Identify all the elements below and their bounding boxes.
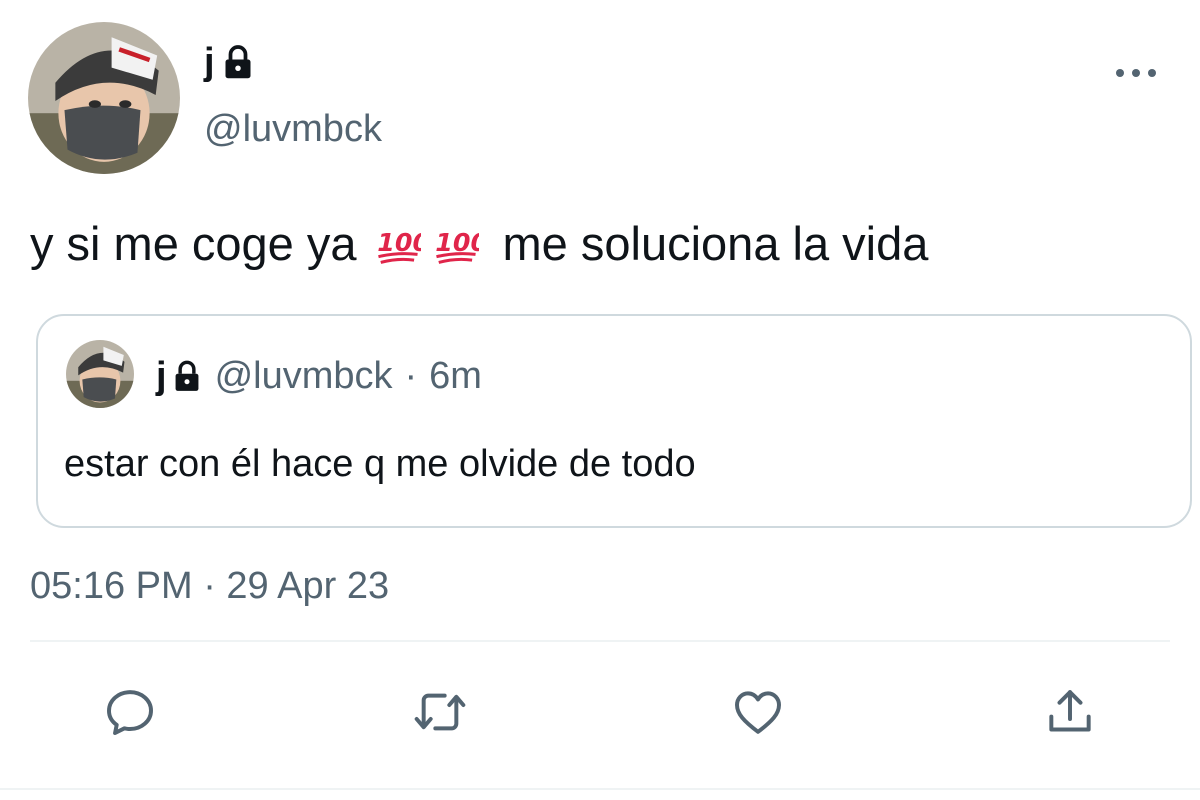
avatar-photo-icon [66, 340, 134, 408]
author-avatar[interactable] [28, 22, 180, 174]
hundred-points-icon: 100 [435, 228, 479, 264]
like-button[interactable] [730, 684, 786, 740]
separator-dot: · [404, 355, 418, 397]
more-options-icon[interactable] [1110, 60, 1162, 86]
quoted-tweet-text: estar con él hace q me olvide de todo [64, 443, 696, 485]
retweet-button[interactable] [412, 684, 468, 740]
share-icon [1049, 690, 1091, 732]
tweet-text-after: me soluciona la vida [502, 217, 929, 270]
lock-icon [225, 45, 251, 79]
heart-icon [735, 691, 781, 734]
lock-icon [175, 360, 198, 391]
tweet-text-before: y si me coge ya [30, 217, 357, 270]
reply-button[interactable] [102, 684, 158, 740]
author-name-row[interactable]: j [204, 42, 253, 82]
divider [30, 640, 1170, 642]
avatar-photo-icon [28, 22, 180, 174]
quoted-author-avatar [66, 340, 134, 408]
quoted-tweet[interactable]: j @luvmbck · 6m estar con él hace q me o… [36, 314, 1192, 528]
author-display-name: j [204, 41, 215, 83]
reply-icon [107, 690, 153, 735]
retweet-icon [414, 693, 466, 731]
quoted-tweet-time: 6m [429, 355, 482, 397]
tweet: j @luvmbck y si me coge ya 100 100 me [0, 0, 1200, 800]
divider [0, 788, 1200, 790]
quoted-tweet-header: j @luvmbck · 6m [156, 354, 482, 398]
author-handle[interactable]: @luvmbck [204, 107, 382, 151]
quoted-author-handle: @luvmbck [214, 355, 393, 397]
tweet-timestamp[interactable]: 05:16 PM · 29 Apr 23 [30, 562, 389, 610]
tweet-text: y si me coge ya 100 100 me soluciona la … [30, 214, 928, 274]
hundred-points-icon: 100 [377, 228, 421, 264]
share-button[interactable] [1042, 684, 1098, 740]
quoted-author-name: j [156, 355, 167, 397]
emoji-group: 100 100 [373, 221, 481, 267]
